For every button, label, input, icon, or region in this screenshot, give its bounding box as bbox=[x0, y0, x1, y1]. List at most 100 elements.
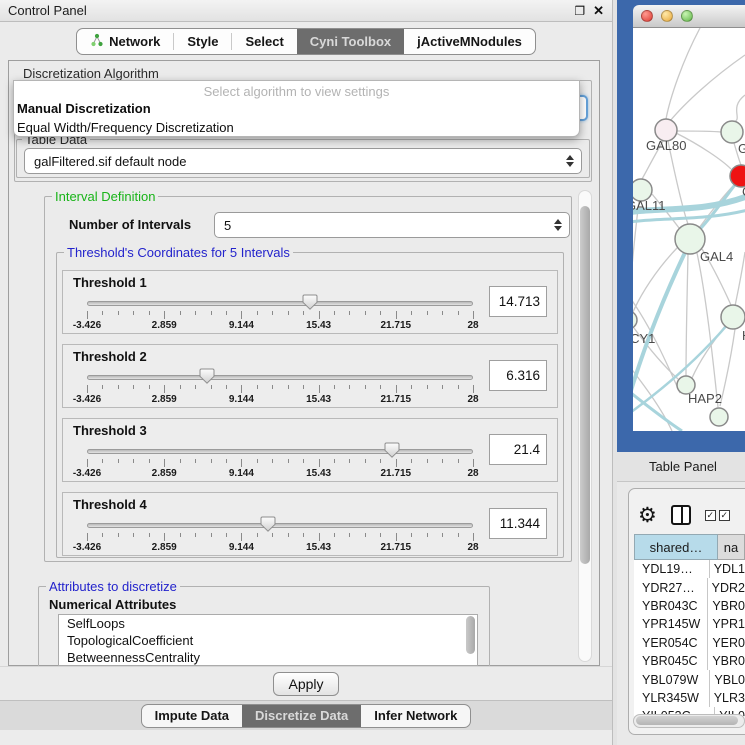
tick-mark bbox=[272, 385, 273, 389]
table-row[interactable]: YBR043CYBR0 bbox=[634, 597, 745, 615]
threshold-value-field[interactable]: 6.316 bbox=[489, 360, 547, 391]
table-row[interactable]: YDR27…YDR2 bbox=[634, 578, 745, 596]
tick-mark bbox=[349, 533, 350, 537]
network-graph: GAL80 GA C GAL11 GAL4 GCY1 H HAP2 bbox=[633, 28, 745, 431]
tick-label: 9.144 bbox=[229, 542, 254, 553]
tab-infer-network[interactable]: Infer Network bbox=[361, 705, 470, 727]
table-hscrollbar-track[interactable] bbox=[633, 714, 745, 728]
table-row[interactable]: YPR145WYPR1 bbox=[634, 615, 745, 633]
dropdown-item[interactable]: Equal Width/Frequency Discretization bbox=[14, 118, 579, 137]
network-window-titlebar[interactable] bbox=[633, 5, 745, 28]
tick-mark bbox=[303, 533, 304, 537]
node-top-right[interactable] bbox=[721, 121, 743, 143]
settings-scrollbar-thumb[interactable] bbox=[580, 206, 590, 564]
tab-label: Infer Network bbox=[374, 708, 457, 723]
tab-cyni-toolbox[interactable]: Cyni Toolbox bbox=[297, 29, 404, 54]
slider-thumb-icon[interactable] bbox=[260, 516, 276, 537]
column-header-shared-name[interactable]: shared… bbox=[634, 534, 718, 560]
tick-mark bbox=[102, 533, 103, 537]
dropdown-item[interactable]: Manual Discretization bbox=[14, 99, 579, 118]
tick-label: 21.715 bbox=[381, 468, 412, 479]
tab-label: Network bbox=[109, 34, 160, 49]
threshold-value-field[interactable]: 14.713 bbox=[489, 286, 547, 317]
table-row[interactable]: YBR045CYBR0 bbox=[634, 652, 745, 670]
slider-track[interactable] bbox=[87, 301, 473, 306]
thresholds-group-title: Threshold's Coordinates for 5 Intervals bbox=[64, 245, 293, 260]
slider-thumb-icon[interactable] bbox=[199, 368, 215, 389]
attribute-list-item[interactable]: TopologicalCoefficient bbox=[59, 632, 477, 649]
table-row[interactable]: YBL079WYBL0 bbox=[634, 670, 745, 688]
slider-thumb-icon[interactable] bbox=[302, 294, 318, 315]
columns-icon[interactable] bbox=[671, 505, 691, 525]
minimize-traffic-light-icon[interactable] bbox=[661, 10, 673, 22]
tab-select[interactable]: Select bbox=[232, 29, 296, 54]
tick-mark bbox=[133, 533, 134, 537]
table-cell-shared-name: YDL19… bbox=[634, 560, 709, 578]
tick-mark bbox=[349, 385, 350, 389]
tab-discretize-data[interactable]: Discretize Data bbox=[242, 705, 361, 727]
zoom-traffic-light-icon[interactable] bbox=[681, 10, 693, 22]
tick-mark bbox=[180, 533, 181, 537]
attributes-list-scrollbar-thumb[interactable] bbox=[466, 616, 475, 654]
tick-label: 21.715 bbox=[381, 542, 412, 553]
tick-mark bbox=[427, 311, 428, 315]
close-traffic-light-icon[interactable] bbox=[641, 10, 653, 22]
tab-style[interactable]: Style bbox=[174, 29, 231, 54]
checkbox-icon[interactable]: ✓ bbox=[719, 510, 730, 521]
threshold-value-field[interactable]: 21.4 bbox=[489, 434, 547, 465]
slider-thumb-icon[interactable] bbox=[384, 442, 400, 463]
apply-button[interactable]: Apply bbox=[273, 672, 338, 696]
table-row[interactable]: YLR345WYLR3 bbox=[634, 689, 745, 707]
tick-mark bbox=[473, 459, 474, 467]
tick-label: 28 bbox=[467, 468, 478, 479]
node-h[interactable] bbox=[721, 305, 745, 329]
tab-jactivemnodules[interactable]: jActiveMNodules bbox=[404, 29, 535, 54]
table-data-combobox[interactable]: galFiltered.sif default node bbox=[24, 148, 582, 174]
attribute-list-item[interactable]: SelfLoops bbox=[59, 615, 477, 632]
network-canvas[interactable]: GAL80 GA C GAL11 GAL4 GCY1 H HAP2 bbox=[633, 28, 745, 431]
tick-mark bbox=[180, 459, 181, 463]
slider-track[interactable] bbox=[87, 449, 473, 454]
threshold-title: Threshold 1 bbox=[73, 275, 147, 290]
table-cell-name: YBL0 bbox=[709, 670, 745, 688]
node-gcy1[interactable] bbox=[633, 311, 637, 329]
table-hscrollbar-thumb[interactable] bbox=[636, 716, 738, 725]
node-bottom-partial[interactable] bbox=[710, 408, 728, 426]
float-window-icon[interactable]: ❐ bbox=[574, 5, 585, 17]
dropdown-prompt: Select algorithm to view settings bbox=[14, 81, 579, 99]
tick-mark bbox=[211, 459, 212, 463]
threshold-slider[interactable]: -3.4262.8599.14415.4321.71528 bbox=[87, 293, 473, 333]
tick-mark bbox=[334, 385, 335, 389]
tick-mark bbox=[149, 385, 150, 389]
combo-stepper-icon bbox=[566, 149, 574, 173]
tab-impute-data[interactable]: Impute Data bbox=[142, 705, 242, 727]
number-of-intervals-combobox[interactable]: 5 bbox=[214, 212, 570, 238]
threshold-panel: Threshold 2-3.4262.8599.14415.4321.71528… bbox=[62, 344, 558, 408]
table-panel-toolbar: ⚙ ✓ ✓ bbox=[634, 500, 744, 530]
table-row[interactable]: YDL19…YDL1 bbox=[634, 560, 745, 578]
threshold-value-field[interactable]: 11.344 bbox=[489, 508, 547, 539]
column-header-name[interactable]: na bbox=[718, 534, 745, 560]
tick-mark bbox=[396, 311, 397, 319]
tab-network[interactable]: Network bbox=[77, 29, 173, 54]
slider-track[interactable] bbox=[87, 523, 473, 528]
threshold-panel: Threshold 4-3.4262.8599.14415.4321.71528… bbox=[62, 492, 558, 556]
attribute-list-item[interactable]: BetweennessCentrality bbox=[59, 649, 477, 666]
threshold-slider[interactable]: -3.4262.8599.14415.4321.71528 bbox=[87, 367, 473, 407]
tick-mark bbox=[458, 385, 459, 389]
tick-mark bbox=[226, 385, 227, 389]
close-icon[interactable]: ✕ bbox=[593, 4, 604, 17]
numerical-attributes-list[interactable]: SelfLoopsTopologicalCoefficientBetweenne… bbox=[58, 614, 478, 666]
tick-mark bbox=[458, 459, 459, 463]
table-row[interactable]: YER054CYER0 bbox=[634, 634, 745, 652]
checkbox-icon[interactable]: ✓ bbox=[705, 510, 716, 521]
tick-label: -3.426 bbox=[73, 320, 101, 331]
tick-mark bbox=[380, 459, 381, 463]
slider-ticks bbox=[87, 459, 473, 467]
threshold-slider[interactable]: -3.4262.8599.14415.4321.71528 bbox=[87, 515, 473, 555]
gear-icon[interactable]: ⚙ bbox=[638, 505, 657, 526]
table-header-row: shared… na bbox=[634, 534, 745, 560]
slider-track[interactable] bbox=[87, 375, 473, 380]
threshold-slider[interactable]: -3.4262.8599.14415.4321.71528 bbox=[87, 441, 473, 481]
tick-mark bbox=[257, 533, 258, 537]
